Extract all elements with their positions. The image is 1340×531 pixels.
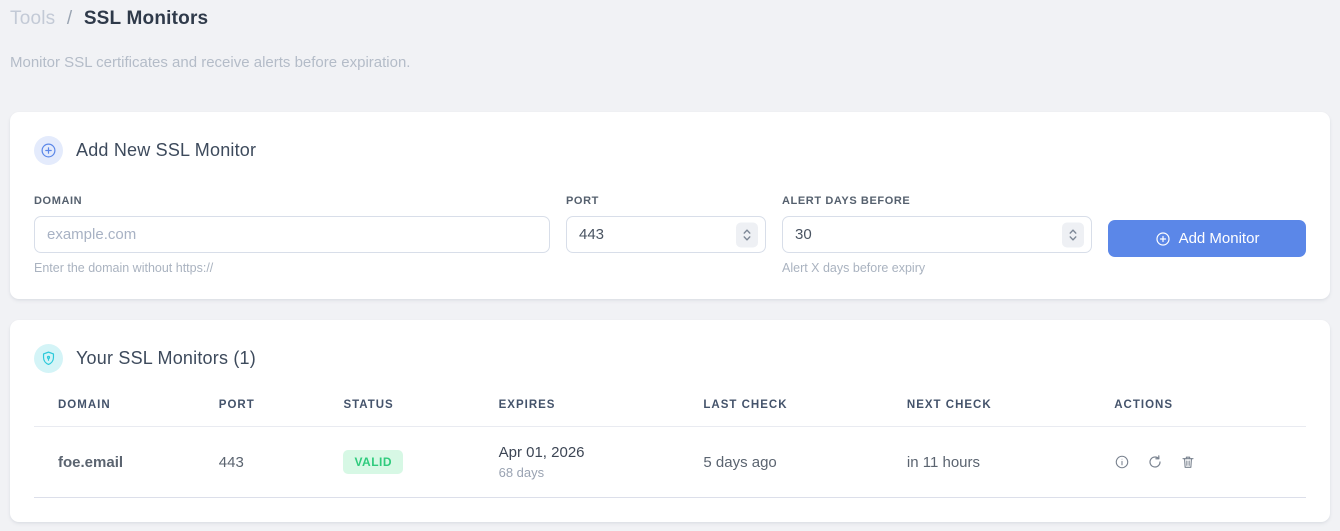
plus-circle-icon [1155, 231, 1170, 246]
add-monitor-card: Add New SSL Monitor DOMAIN Enter the dom… [10, 112, 1330, 299]
monitor-next-check: in 11 hours [898, 426, 1107, 498]
port-label: PORT [566, 195, 599, 207]
row-actions [1114, 454, 1298, 470]
add-monitor-button[interactable]: Add Monitor [1108, 220, 1306, 257]
monitors-table: DOMAIN PORT STATUS EXPIRES LAST CHECK NE… [34, 387, 1306, 498]
add-monitor-button-label: Add Monitor [1178, 230, 1260, 247]
breadcrumb: Tools / SSL Monitors [10, 8, 1330, 30]
alert-days-stepper[interactable] [1062, 222, 1084, 247]
refresh-icon [1149, 455, 1161, 468]
alert-days-field-group: ALERT DAYS BEFORE Alert X days before ex… [782, 195, 1092, 275]
page-title: SSL Monitors [83, 8, 209, 29]
monitor-domain: foe.email [34, 426, 211, 498]
info-icon [1115, 455, 1129, 469]
monitor-last-check: 5 days ago [695, 426, 899, 498]
alert-days-input[interactable] [782, 216, 1092, 253]
monitors-title: Your SSL Monitors (1) [76, 348, 256, 368]
monitor-expires-date: Apr 01, 2026 [498, 444, 585, 461]
submit-field-group: Add Monitor [1108, 195, 1306, 257]
column-header-last-check: LAST CHECK [695, 387, 899, 427]
breadcrumb-tools-link[interactable]: Tools [10, 8, 55, 29]
page-subtitle: Monitor SSL certificates and receive ale… [10, 54, 411, 71]
table-header-row: DOMAIN PORT STATUS EXPIRES LAST CHECK NE… [34, 387, 1306, 427]
alert-days-helper-text: Alert X days before expiry [782, 261, 926, 275]
ssl-monitors-page: Tools / SSL Monitors Monitor SSL certifi… [0, 0, 1340, 522]
domain-field-group: DOMAIN Enter the domain without https:// [34, 195, 550, 275]
domain-input[interactable] [34, 216, 550, 253]
add-monitor-header: Add New SSL Monitor [34, 136, 1306, 165]
refresh-button[interactable] [1147, 454, 1163, 470]
add-monitor-title: Add New SSL Monitor [76, 140, 257, 160]
info-button[interactable] [1114, 454, 1130, 470]
add-monitor-form: DOMAIN Enter the domain without https://… [34, 195, 1306, 275]
column-header-domain: DOMAIN [34, 387, 211, 427]
column-header-status: STATUS [335, 387, 491, 427]
shield-icon [34, 344, 63, 373]
trash-icon [1182, 456, 1194, 468]
status-badge: VALID [343, 450, 404, 474]
column-header-port: PORT [210, 387, 336, 427]
column-header-actions: ACTIONS [1106, 387, 1306, 427]
domain-label: DOMAIN [34, 195, 83, 207]
port-stepper[interactable] [736, 222, 758, 247]
column-header-expires: EXPIRES [490, 387, 696, 427]
alert-days-label: ALERT DAYS BEFORE [782, 195, 911, 207]
table-row: foe.email 443 VALID Apr 01, 2026 68 days… [34, 426, 1306, 498]
monitor-port: 443 [210, 426, 336, 498]
port-field-group: PORT [566, 195, 766, 253]
plus-circle-icon [34, 136, 63, 165]
domain-helper-text: Enter the domain without https:// [34, 261, 214, 275]
monitors-header: Your SSL Monitors (1) [34, 344, 1306, 373]
monitor-expires-days: 68 days [498, 465, 545, 480]
column-header-next-check: NEXT CHECK [898, 387, 1107, 427]
breadcrumb-separator: / [66, 8, 73, 29]
monitors-card: Your SSL Monitors (1) DOMAIN PORT STATUS… [10, 320, 1330, 522]
delete-button[interactable] [1180, 454, 1196, 470]
